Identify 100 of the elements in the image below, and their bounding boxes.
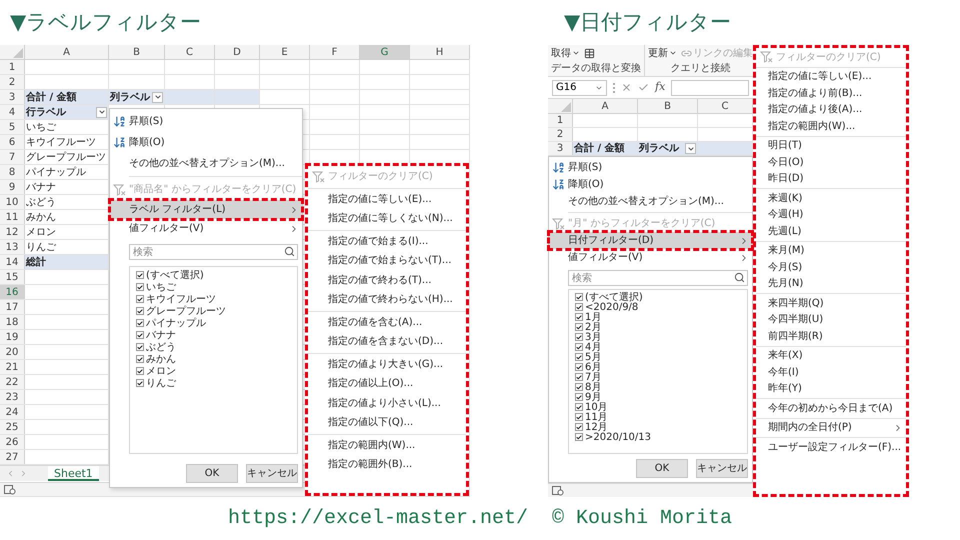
submenu-item[interactable]: 指定の値で始まる(I)... (308, 232, 466, 251)
sort-option[interactable]: その他の並べ替えオプション(M)... (549, 193, 752, 210)
row-number[interactable]: 2 (0, 75, 25, 89)
checkbox[interactable] (575, 313, 583, 321)
checkbox[interactable] (575, 403, 583, 411)
submenu-item[interactable]: 先月(N) (756, 276, 906, 292)
submenu-item[interactable]: 指定の値で終わらない(H)... (308, 290, 466, 310)
column-header[interactable]: A (25, 45, 109, 59)
row-number[interactable]: 12 (0, 225, 25, 239)
filter-value-option[interactable]: 1月 (575, 312, 747, 322)
row-number[interactable]: 5 (0, 120, 25, 134)
submenu-item[interactable]: 指定の範囲外(B)... (308, 455, 466, 474)
status-icon[interactable] (4, 484, 16, 494)
checkbox[interactable] (136, 355, 144, 363)
row-number[interactable]: 4 (0, 105, 25, 119)
submenu-item[interactable]: 指定の値より後(A)... (756, 102, 906, 118)
submenu-item[interactable]: 期間内の全日付(P) (756, 420, 906, 436)
row-number[interactable]: 19 (0, 330, 25, 344)
column-header[interactable]: H (410, 45, 470, 59)
submenu-item[interactable]: 指定の値より大きい(G)... (308, 354, 466, 374)
submenu-item[interactable]: 指定の値で始まらない(T)... (308, 251, 466, 270)
filter-value-option[interactable]: 10月 (575, 402, 747, 412)
function-label[interactable]: fx (655, 79, 666, 96)
ribbon-dropdown-button[interactable]: 取得 (551, 46, 580, 60)
submenu-item[interactable]: 昨年(Y) (756, 380, 906, 397)
table-icon[interactable] (584, 48, 595, 58)
submenu-item[interactable]: 先週(L) (756, 223, 906, 240)
row-number[interactable]: 10 (0, 195, 25, 209)
filter-value-option[interactable]: 2月 (575, 322, 747, 332)
row-number[interactable]: 3 (0, 90, 25, 104)
submenu-item[interactable]: 指定の値以下(Q)... (308, 413, 466, 432)
submenu-item[interactable]: 来四半期(Q) (756, 295, 906, 312)
checkbox[interactable] (136, 283, 144, 291)
column-header[interactable]: G (360, 45, 410, 59)
submenu-item[interactable]: 指定の値を含まない(D)... (308, 332, 466, 352)
submenu-item[interactable]: 前四半期(R) (756, 328, 906, 344)
row-number[interactable]: 2 (548, 128, 573, 141)
checkbox[interactable] (575, 353, 583, 361)
filter-value-option[interactable]: >2020/10/13 (575, 432, 747, 442)
checkbox[interactable] (575, 363, 583, 371)
checkbox[interactable] (136, 343, 144, 351)
filter-value-option[interactable]: 6月 (575, 362, 747, 372)
checkbox[interactable] (136, 271, 144, 279)
filter-value-option[interactable]: メロン (136, 365, 297, 377)
row-number[interactable]: 18 (0, 315, 25, 329)
filter-value-option[interactable]: キウイフルーツ (136, 293, 297, 305)
checkbox[interactable] (575, 373, 583, 381)
column-header[interactable]: D (215, 45, 260, 59)
submenu-item[interactable]: 指定の範囲内(W)... (308, 436, 466, 455)
row-number[interactable]: 24 (0, 405, 25, 419)
submenu-item[interactable]: 指定の範囲内(W)... (756, 118, 906, 134)
dialog-button[interactable]: OK (186, 464, 238, 483)
sort-option[interactable]: 昇順(S) (549, 159, 752, 176)
column-header[interactable]: C (165, 45, 215, 59)
filter-submenu-item[interactable]: ラベル フィルター(L) (110, 200, 302, 219)
filter-value-option[interactable]: いちご (136, 281, 297, 293)
checkbox[interactable] (575, 343, 583, 351)
filter-value-option[interactable]: ぶどう (136, 341, 297, 353)
sort-option[interactable]: 昇順(S) (110, 111, 302, 132)
submenu-item[interactable]: 今月(S) (756, 259, 906, 276)
submenu-item[interactable]: 指定の値より前(B)... (756, 85, 906, 102)
submenu-item[interactable]: 指定の値に等しい(E)... (308, 190, 466, 209)
filter-value-option[interactable]: 4月 (575, 342, 747, 352)
row-number[interactable]: 17 (0, 300, 25, 314)
filter-value-option[interactable]: (すべて選択) (136, 269, 297, 281)
submenu-item[interactable]: 今四半期(U) (756, 312, 906, 328)
status-icon[interactable] (552, 486, 564, 496)
formula-field[interactable] (671, 80, 749, 96)
checkbox[interactable] (136, 379, 144, 387)
filter-value-option[interactable]: 11月 (575, 412, 747, 422)
row-number[interactable]: 14 (0, 255, 25, 269)
filter-submenu-item[interactable]: 値フィルター(V) (549, 249, 752, 266)
row-number[interactable]: 15 (0, 270, 25, 284)
column-header[interactable]: B (109, 45, 165, 59)
dialog-button[interactable]: キャンセル (696, 459, 748, 478)
filter-value-option[interactable]: パイナップル (136, 317, 297, 329)
row-number[interactable]: 6 (0, 135, 25, 149)
drag-handle-icon[interactable] (613, 82, 615, 92)
sheet-tab[interactable]: Sheet1 (48, 466, 99, 481)
checkbox[interactable] (575, 383, 583, 391)
row-number[interactable]: 9 (0, 180, 25, 194)
row-number[interactable]: 3 (548, 142, 573, 155)
submenu-item[interactable]: 昨日(D) (756, 170, 906, 187)
name-box[interactable]: G16 (552, 80, 607, 96)
checkbox[interactable] (575, 393, 583, 401)
checkbox[interactable] (136, 331, 144, 339)
filter-dropdown-button[interactable] (152, 92, 163, 102)
checkbox[interactable] (575, 413, 583, 421)
submenu-item[interactable]: 指定の値を含む(A)... (308, 312, 466, 332)
row-number[interactable]: 22 (0, 375, 25, 389)
row-number[interactable]: 21 (0, 360, 25, 374)
submenu-item[interactable]: 指定の値で終わる(T)... (308, 270, 466, 290)
submenu-item[interactable]: 今年の初めから今日まで(A) (756, 400, 906, 416)
ribbon-dropdown-button[interactable]: 更新 (648, 46, 677, 60)
row-number[interactable]: 13 (0, 240, 25, 254)
filter-value-option[interactable]: <2020/9/8 (575, 302, 747, 312)
submenu-item[interactable]: ユーザー設定フィルター(F)... (756, 439, 906, 456)
filter-value-option[interactable]: 12月 (575, 422, 747, 432)
submenu-item[interactable]: 今日(O) (756, 154, 906, 170)
row-number[interactable]: 25 (0, 420, 25, 434)
